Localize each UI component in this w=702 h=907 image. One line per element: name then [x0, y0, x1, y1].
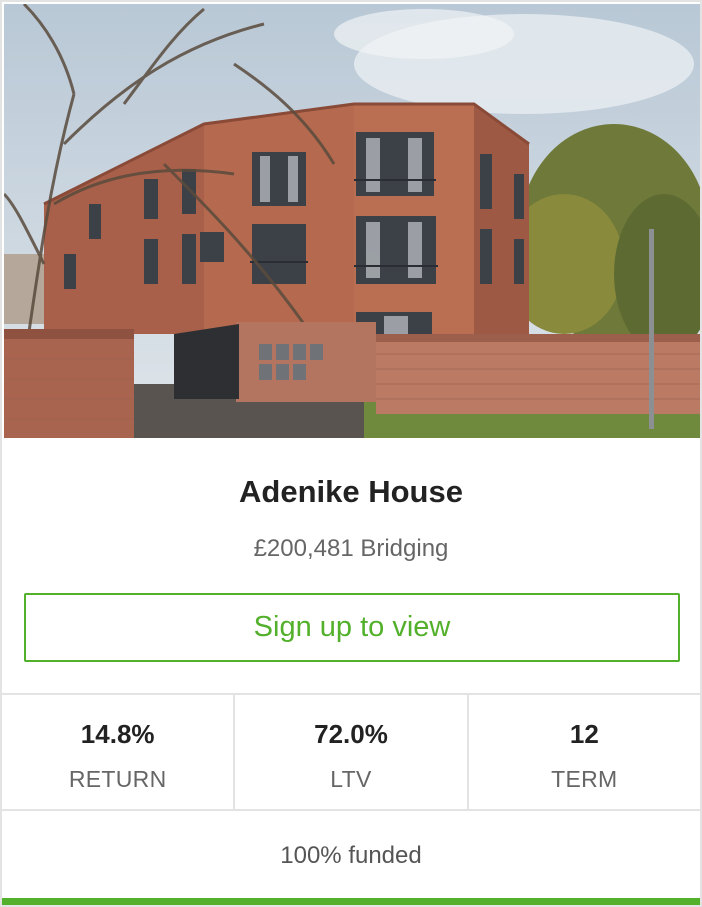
- stats-row: 14.8% RETURN 72.0% LTV 12 TERM: [2, 693, 700, 811]
- stat-term-value: 12: [569, 719, 599, 749]
- stat-return: 14.8% RETURN: [2, 695, 236, 809]
- stat-ltv-value: 72.0%: [314, 719, 388, 749]
- loan-amount-type: £200,481 Bridging: [253, 535, 449, 562]
- property-card[interactable]: Adenike House £200,481 Bridging Sign up …: [0, 0, 702, 907]
- stat-ltv: 72.0% LTV: [235, 695, 469, 809]
- sign-up-to-view-button[interactable]: Sign up to view: [24, 593, 680, 662]
- funding-progress-bar: [2, 898, 700, 905]
- property-photo[interactable]: [4, 4, 700, 438]
- stat-return-label: RETURN: [68, 766, 167, 792]
- funded-status: 100% funded: [280, 842, 422, 869]
- funding-progress-fill: [2, 898, 700, 905]
- stat-ltv-label: LTV: [330, 766, 372, 792]
- property-title: Adenike House: [239, 474, 463, 509]
- stat-term: 12 TERM: [469, 695, 700, 809]
- stat-term-label: TERM: [551, 766, 618, 792]
- stat-return-value: 14.8%: [80, 719, 155, 749]
